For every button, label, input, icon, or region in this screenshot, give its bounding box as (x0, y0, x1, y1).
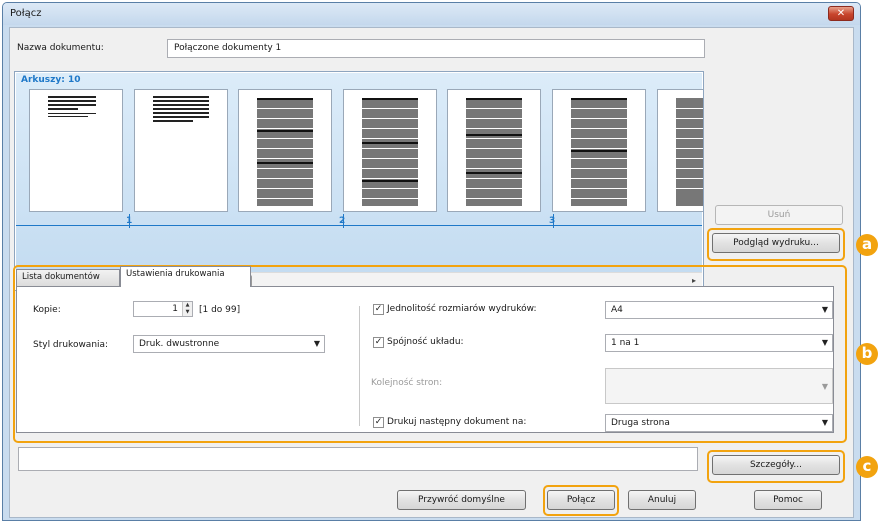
page-thumbnail[interactable] (343, 89, 437, 212)
layout-label: Spójność układu: (387, 337, 464, 347)
callout-badge-a: a (856, 234, 878, 256)
layout-checkbox[interactable]: ✓ (373, 337, 384, 348)
paper-size-select[interactable]: A4 ▼ (605, 301, 833, 319)
page-thumbnail[interactable] (447, 89, 541, 212)
paper-size-value: A4 (611, 305, 623, 315)
page-group-number: 2 (339, 216, 346, 226)
combine-button[interactable]: Połącz (547, 490, 615, 510)
callout-badge-c: c (856, 456, 878, 478)
print-style-label: Styl drukowania: (33, 340, 109, 350)
print-style-value: Druk. dwustronne (139, 339, 220, 349)
layout-value: 1 na 1 (611, 338, 640, 348)
title-bar: Połącz ✕ (3, 3, 860, 25)
details-button[interactable]: Szczegóły... (712, 455, 840, 475)
layout-select[interactable]: 1 na 1 ▼ (605, 334, 833, 352)
callout-badge-b: b (856, 343, 878, 365)
status-field (18, 447, 698, 471)
page-content-graphic (257, 98, 313, 206)
print-style-select[interactable]: Druk. dwustronne ▼ (133, 335, 325, 353)
page-thumbnail[interactable] (29, 89, 123, 212)
uniform-paper-checkbox[interactable]: ✓ (373, 304, 384, 315)
page-thumbnail[interactable] (134, 89, 228, 212)
tab-print-settings[interactable]: Ustawienia drukowania (120, 266, 251, 287)
page-content-graphic (466, 98, 522, 206)
next-document-value: Druga strona (611, 418, 670, 428)
copies-stepper[interactable]: 1 ▲ ▼ (133, 301, 193, 317)
page-thumbnail[interactable] (657, 89, 703, 212)
page-group-number: 3 (549, 216, 556, 226)
restore-defaults-button[interactable]: Przywróć domyślne (397, 490, 526, 510)
page-content-graphic (571, 98, 627, 206)
document-name-input[interactable]: Połączone dokumenty 1 (167, 39, 705, 58)
column-divider (359, 306, 360, 426)
next-document-checkbox[interactable]: ✓ (373, 417, 384, 428)
chevron-down-icon: ▼ (313, 339, 320, 348)
spin-arrows-icon[interactable]: ▲ ▼ (182, 302, 192, 316)
chevron-down-icon: ▼ (821, 338, 828, 347)
copies-range: [1 do 99] (199, 305, 241, 315)
document-name-label: Nazwa dokumentu: (17, 43, 104, 53)
uniform-paper-label: Jednolitość rozmiarów wydruków: (387, 304, 537, 314)
page-content-graphic (48, 96, 96, 117)
print-preview-button[interactable]: Podgląd wydruku... (712, 233, 840, 253)
page-content-graphic (153, 96, 209, 122)
preview-pane[interactable]: Arkuszy: 10 1 2 3 ▸ (14, 71, 704, 291)
help-button[interactable]: Pomoc (754, 490, 822, 510)
next-document-select[interactable]: Druga strona ▼ (605, 414, 833, 432)
close-button[interactable]: ✕ (828, 6, 854, 21)
page-order-select: ▼ (605, 368, 833, 404)
chevron-down-icon: ▼ (821, 418, 828, 427)
chevron-down-icon: ▼ (821, 382, 828, 391)
chevron-down-icon: ▼ (821, 305, 828, 314)
page-content-graphic (362, 98, 418, 206)
sheets-count: Arkuszy: 10 (21, 75, 81, 85)
copies-value: 1 (172, 304, 178, 314)
page-thumbnail[interactable] (552, 89, 646, 212)
next-document-label: Drukuj następny dokument na: (387, 417, 527, 427)
page-group-line (16, 225, 702, 226)
page-thumbnail[interactable] (238, 89, 332, 212)
page-thumbnail-strip: Arkuszy: 10 1 2 3 (16, 73, 703, 273)
window-title: Połącz (10, 8, 42, 19)
cancel-button[interactable]: Anuluj (628, 490, 696, 510)
page-content-graphic (676, 98, 703, 206)
delete-button[interactable]: Usuń (715, 205, 843, 225)
page-group-number: 1 (126, 216, 133, 226)
tab-document-list[interactable]: Lista dokumentów (16, 269, 120, 286)
copies-label: Kopie: (33, 305, 61, 315)
page-order-label: Kolejność stron: (371, 378, 443, 388)
